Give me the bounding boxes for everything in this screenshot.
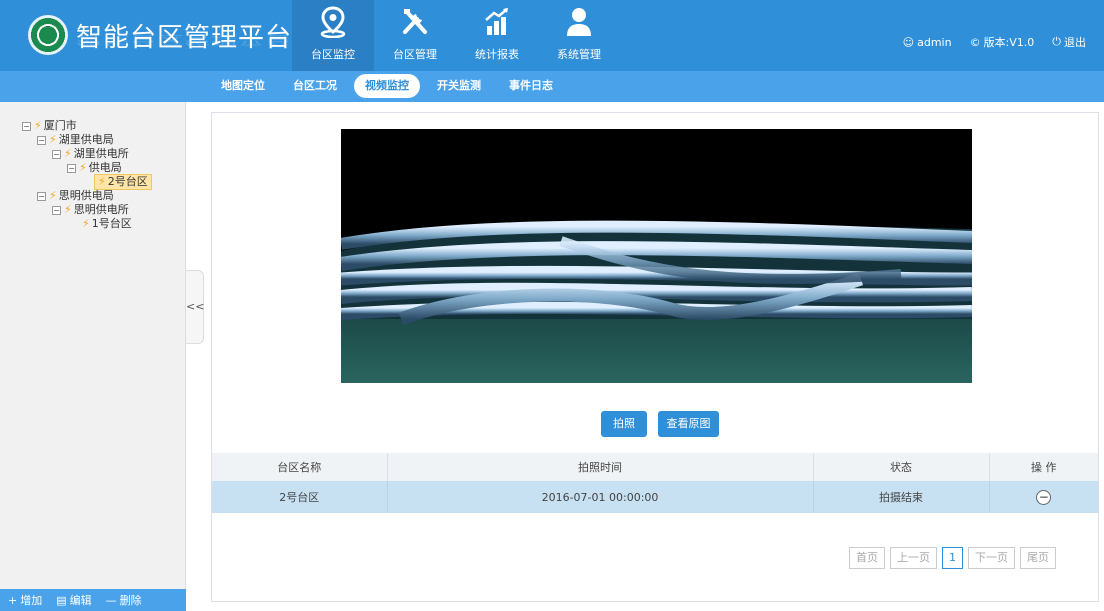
edit-button[interactable]: ▤ 编辑 [56,592,91,608]
snapshot-button[interactable]: 拍照 [601,411,647,437]
user-icon [567,8,591,36]
nav-item-reports[interactable]: 统计报表 [456,0,538,71]
user-area: ☺ admin © 版本:V1.0 ⏻ 退出 [903,34,1086,50]
column-header-photo-time: 拍照时间 [387,453,814,481]
tab-switch-monitoring[interactable]: 开关监测 [426,74,492,98]
username: admin [917,35,952,49]
bolt-icon: ⚡ [82,217,90,230]
edit-icon: ▤ [56,593,67,607]
cell-photo-time: 2016-07-01 00:00:00 [387,481,814,513]
bolt-icon: ⚡ [98,175,106,188]
chart-icon [485,8,508,35]
table-header-row: 台区名称 拍照时间 状态 操 作 [212,453,1098,481]
power-icon: ⏻ [1052,35,1061,48]
cell-area-name: 2号台区 [212,481,388,513]
tree-node[interactable]: − ⚡ 思明供电局 [22,189,152,203]
nav-label: 统计报表 [475,48,519,61]
collapse-toggle-icon[interactable]: − [67,163,76,173]
collapse-toggle-icon[interactable]: − [52,149,61,159]
top-header: 智能台区管理平台 智能台区管理平台 台区监控 台区管理 统计报表 系统管理 ☺ … [0,0,1104,71]
prev-page-button[interactable]: 上一页 [890,547,937,569]
tree-node[interactable]: − ⚡ 湖里供电局 [22,133,152,147]
video-monitor-panel: 拍照 查看原图 台区名称 拍照时间 状态 操 作 2号台区 2016-07-01… [211,112,1099,602]
bolt-icon: ⚡ [34,119,42,132]
first-page-button[interactable]: 首页 [849,547,885,569]
sidebar-collapse-toggle[interactable]: << [186,270,204,344]
minus-icon: — [105,593,117,607]
selected-node-highlight: ⚡ 2号台区 [94,174,152,190]
version-label: 版本:V1.0 [983,36,1035,49]
tab-video-monitoring[interactable]: 视频监控 [354,74,420,98]
tree-node[interactable]: − ⚡ 厦门市 [22,119,152,133]
plus-icon: + [8,593,18,607]
edit-label: 编辑 [69,594,92,607]
sidebar-toolbar: + 增加 ▤ 编辑 — 删除 [0,589,186,611]
next-page-button[interactable]: 下一页 [968,547,1015,569]
cell-actions: − [989,481,1098,513]
current-page[interactable]: 1 [942,547,963,569]
user-menu[interactable]: ☺ admin [903,34,952,50]
nav-item-monitoring[interactable]: 台区监控 [292,0,374,71]
nav-label: 台区管理 [393,48,437,61]
cell-status: 拍摄结束 [813,481,990,513]
app-title-reflection: 智能台区管理平台 [76,32,293,47]
collapse-toggle-icon[interactable]: − [22,121,31,131]
sidebar: − ⚡ 厦门市 − ⚡ 湖里供电局 − ⚡ 湖里供电所 − ⚡ 供电局 ⚡ 2号台… [0,102,186,611]
nav-item-system[interactable]: 系统管理 [538,0,620,71]
logout-button[interactable]: ⏻ 退出 [1052,34,1086,50]
bolt-icon: ⚡ [64,147,72,160]
tree-node[interactable]: ⚡ 1号台区 [22,217,152,231]
tree-node-label: 思明供电所 [73,203,129,216]
bolt-icon: ⚡ [79,161,87,174]
tree-node-label: 湖里供电局 [58,133,114,146]
column-header-area-name: 台区名称 [212,453,388,481]
tree-node[interactable]: − ⚡ 供电局 [22,161,152,175]
delete-button[interactable]: — 删除 [106,592,142,608]
tree-node-label: 1号台区 [91,217,132,230]
tools-icon [403,9,427,34]
collapse-toggle-icon[interactable]: − [52,205,61,215]
sub-nav: 地图定位 台区工况 视频监控 开关监测 事件日志 [0,71,1104,102]
main-nav: 台区监控 台区管理 统计报表 系统管理 [292,0,620,71]
nav-item-management[interactable]: 台区管理 [374,0,456,71]
copyright-icon: © [969,35,981,49]
table-row[interactable]: 2号台区 2016-07-01 00:00:00 拍摄结束 − [212,481,1098,513]
logout-label: 退出 [1064,36,1086,49]
delete-label: 删除 [119,594,142,607]
collapse-toggle-icon[interactable]: − [37,135,46,145]
location-pin-icon [320,6,346,38]
remove-row-icon[interactable]: − [1036,489,1052,505]
bolt-icon: ⚡ [49,189,57,202]
snapshot-records-table: 台区名称 拍照时间 状态 操 作 2号台区 2016-07-01 00:00:0… [212,453,1098,513]
tree-node-label: 思明供电局 [58,189,114,202]
bolt-icon: ⚡ [64,203,72,216]
nav-label: 系统管理 [557,48,601,61]
last-page-button[interactable]: 尾页 [1020,547,1056,569]
area-tree: − ⚡ 厦门市 − ⚡ 湖里供电局 − ⚡ 湖里供电所 − ⚡ 供电局 ⚡ 2号台… [22,119,152,231]
view-original-button[interactable]: 查看原图 [658,411,719,437]
tab-event-log[interactable]: 事件日志 [498,74,564,98]
column-header-status: 状态 [813,453,990,481]
tree-node-label: 2号台区 [107,175,148,188]
tab-area-status[interactable]: 台区工况 [282,74,348,98]
tree-node-selected[interactable]: ⚡ 2号台区 [22,174,152,190]
tree-node-label: 供电局 [88,161,122,174]
bolt-icon: ⚡ [49,133,57,146]
column-header-actions: 操 作 [989,453,1098,481]
user-icon: ☺ [902,35,915,49]
tree-node[interactable]: − ⚡ 湖里供电所 [22,147,152,161]
company-logo-icon [28,15,68,55]
add-button[interactable]: + 增加 [8,592,42,608]
pagination: 首页 上一页 1 下一页 尾页 [849,547,1056,569]
tree-node-label: 厦门市 [43,119,77,132]
nav-label: 台区监控 [311,48,355,61]
tree-node-label: 湖里供电所 [73,147,129,160]
video-frame[interactable] [341,129,972,383]
collapse-toggle-icon[interactable]: − [37,191,46,201]
tab-map-location[interactable]: 地图定位 [210,74,276,98]
video-snapshot-image [341,129,972,383]
version-info[interactable]: © 版本:V1.0 [970,34,1035,50]
add-label: 增加 [20,594,43,607]
tree-node[interactable]: − ⚡ 思明供电所 [22,203,152,217]
